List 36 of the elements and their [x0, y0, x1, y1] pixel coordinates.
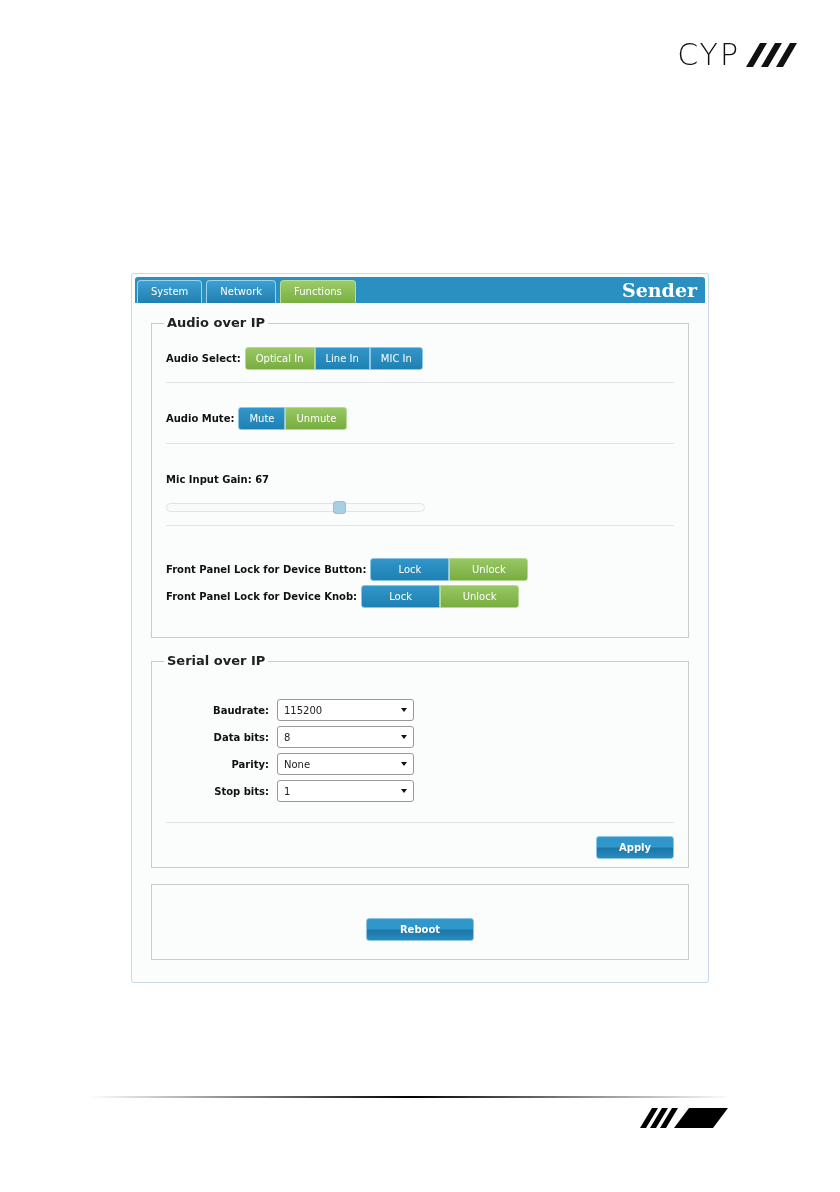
- field-label: Stop bits:: [213, 784, 270, 799]
- toggle-button[interactable]: MIC In: [369, 347, 423, 370]
- reboot-button[interactable]: Reboot: [366, 917, 474, 941]
- stripes-logo-icon: [640, 1108, 728, 1128]
- caret-icon: [401, 762, 407, 766]
- field-label: Baudrate:: [212, 703, 270, 718]
- field-label: Front Panel Lock for Device Button:: [166, 563, 367, 577]
- toggle-button[interactable]: Unlock: [449, 558, 529, 581]
- field-label: Audio Mute:: [166, 412, 235, 426]
- dropdown[interactable]: 115200: [277, 699, 414, 721]
- stripes-logo-icon: [746, 43, 798, 67]
- field-label: Audio Select:: [166, 352, 241, 366]
- field-label: Mic Input Gain: 67: [166, 473, 271, 487]
- tab[interactable]: System: [137, 280, 203, 303]
- caret-icon: [401, 735, 407, 739]
- tab[interactable]: Functions: [280, 280, 356, 303]
- toggle-button[interactable]: Unmute: [285, 407, 348, 430]
- toggle-button[interactable]: Lock: [361, 585, 441, 608]
- toggle-button[interactable]: Optical In: [244, 347, 315, 370]
- toggle-button[interactable]: Lock: [370, 558, 450, 581]
- dropdown[interactable]: 8: [277, 726, 414, 748]
- toggle-button[interactable]: Mute: [238, 407, 286, 430]
- toggle-button[interactable]: Line In: [314, 347, 370, 370]
- device-title: Sender: [622, 278, 697, 303]
- caret-icon: [401, 789, 407, 793]
- caret-icon: [401, 708, 407, 712]
- tab[interactable]: Network: [206, 280, 277, 303]
- slider-thumb[interactable]: [333, 501, 347, 514]
- field-label: Front Panel Lock for Device Knob:: [166, 590, 358, 604]
- apply-button[interactable]: Apply: [596, 836, 674, 859]
- field-label: Parity:: [230, 757, 270, 772]
- dropdown[interactable]: 1: [277, 780, 414, 802]
- dropdown[interactable]: None: [277, 753, 414, 775]
- toggle-button[interactable]: Unlock: [440, 585, 520, 608]
- logo-text: CYP: [677, 40, 740, 70]
- field-label: Data bits:: [212, 730, 270, 745]
